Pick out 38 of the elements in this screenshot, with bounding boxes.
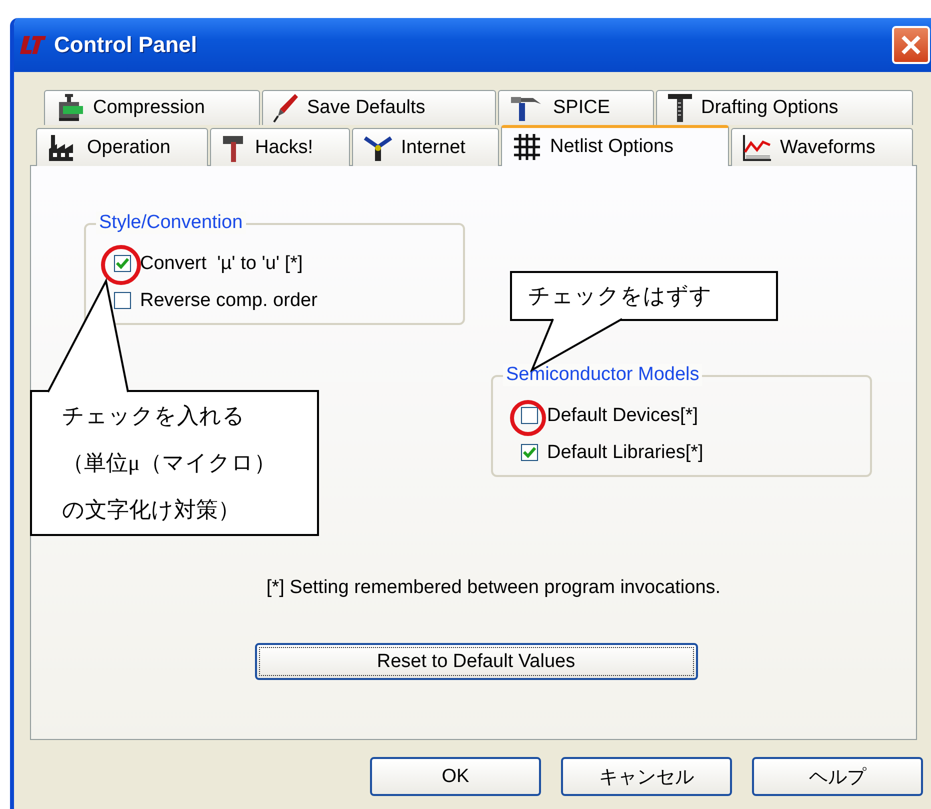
tab[interactable]: Hacks! [210,128,350,166]
logo-icon [20,36,46,54]
callout-text: チェックを入れる [62,402,245,430]
tab[interactable]: Drafting Options [656,90,913,125]
callout-text: チェックをはずす [528,282,712,310]
dialog-button[interactable]: OK [370,757,541,796]
tab[interactable]: Internet [352,128,499,166]
antenna-icon [363,134,393,162]
checkbox-label: Reverse comp. order [140,290,318,312]
t-square-icon [667,93,693,123]
checkbox[interactable] [114,255,131,272]
dialog-button[interactable]: ヘルプ [752,757,923,796]
checkbox-label: Convert 'µ' to 'u' [*] [140,252,303,274]
window-title: Control Panel [54,32,198,58]
reset-button[interactable]: Reset to Default Values [254,643,698,680]
callout-text: （単位μ（マイクロ） [62,449,276,477]
callout-text: の文字化け対策） [62,496,240,524]
line-chart-icon [742,134,772,162]
tab[interactable]: Compression [44,90,260,125]
tab[interactable]: Netlist Options [501,125,729,166]
pen-icon [273,93,299,123]
checkbox[interactable] [521,407,538,424]
checkbox[interactable] [521,444,538,461]
grid-icon [512,133,542,161]
footnote: [*] Setting remembered between program invocations. [266,577,721,599]
group-title: Style/Convention [96,212,246,234]
close-button[interactable] [892,26,930,64]
tab[interactable]: Operation [36,128,208,166]
tab[interactable]: Save Defaults [262,90,496,125]
close-icon [900,34,922,56]
tab[interactable]: Waveforms [731,128,913,166]
checkbox-label: Default Devices[*] [547,404,698,426]
dialog-button[interactable]: キャンセル [561,757,732,796]
checkbox-label: Default Libraries[*] [547,442,704,464]
highlight-circle [101,245,141,285]
checkbox[interactable] [114,292,131,309]
tab[interactable]: SPICE [498,90,654,125]
highlight-circle [510,400,546,436]
